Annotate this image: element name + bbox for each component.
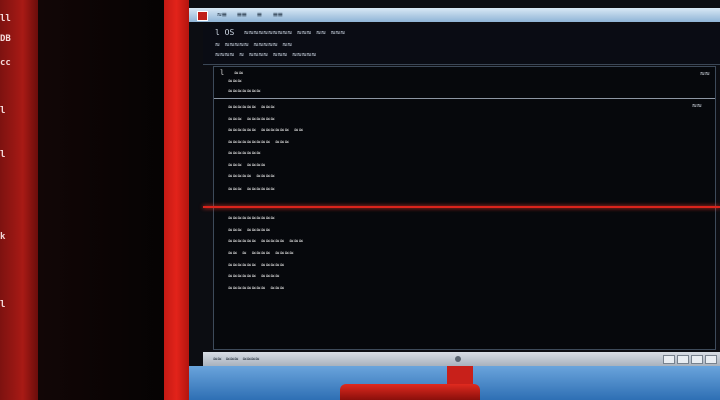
list-item: ≈≈≈≈≈≈ ≈≈≈ — [228, 103, 276, 111]
header-line-3: ≈≈≈≈ ≈ ≈≈≈≈ ≈≈≈ ≈≈≈≈≈ — [215, 50, 317, 59]
minimize-button[interactable] — [663, 355, 675, 364]
menu-item-1[interactable]: ≈≡ — [217, 11, 227, 19]
list-item: ≈≈≈≈≈ ≈≈≈≈ — [228, 172, 276, 180]
status-bar: ≈≈ ≈≈≈ ≈≈≈≈ — [203, 352, 720, 366]
header-area: l OS ≈≈≈≈≈≈≈≈≈≈ ≈≈≈ ≈≈ ≈≈≈ ≈ ≈≈≈≈≈ ≈≈≈≈≈… — [203, 24, 720, 65]
terminal-content: l ≈≈ ≈≈≈ ≈≈≈≈≈≈≈ ≈≈ ≈≈ ≈≈≈≈≈≈ ≈≈≈ ≈≈≈ ≈≈… — [213, 66, 716, 350]
maximize-button[interactable] — [677, 355, 689, 364]
list-item: ≈≈≈≈≈≈≈≈≈ ≈≈≈ — [228, 138, 290, 146]
list-item: ≈≈≈≈≈≈ ≈≈≈≈≈ — [228, 261, 285, 269]
close-button[interactable] — [705, 355, 717, 364]
left-label-4: l — [0, 106, 6, 116]
status-text: ≈≈ ≈≈≈ ≈≈≈≈ — [213, 355, 260, 363]
monitor-stand — [340, 384, 480, 400]
row-action-icon[interactable]: ≈≈ — [692, 101, 702, 110]
list-item: ≈≈≈≈≈≈ ≈≈≈≈≈ ≈≈≈ — [228, 237, 304, 245]
content-row: ≈≈≈≈≈≈≈ — [228, 87, 262, 95]
app-icon[interactable] — [197, 11, 208, 21]
left-sidebar-panel: ll DB cc l l k l — [0, 0, 38, 400]
background-gap — [38, 0, 164, 400]
header-line-2: ≈ ≈≈≈≈≈ ≈≈≈≈≈ ≈≈ — [215, 40, 293, 49]
scroll-up-icon[interactable]: ≈≈ — [700, 69, 710, 78]
list-item: ≈≈≈ ≈≈≈≈≈ — [228, 226, 271, 234]
list-item: ≈≈≈ ≈≈≈≈ — [228, 161, 266, 169]
menu-item-2[interactable]: ≡≡ — [237, 11, 247, 19]
header-line-1: l OS ≈≈≈≈≈≈≈≈≈≈ ≈≈≈ ≈≈ ≈≈≈ — [215, 28, 346, 37]
menu-item-4[interactable]: ≡≡ — [273, 11, 283, 19]
left-label-1: ll — [0, 14, 11, 24]
list-item: ≈≈≈≈≈≈ ≈≈≈≈≈≈ ≈≈ — [228, 126, 304, 134]
restore-button[interactable] — [691, 355, 703, 364]
list-item: ≈≈≈ ≈≈≈≈≈≈ — [228, 185, 276, 193]
window-titlebar: ≈≡ ≡≡ ≡ ≡≡ — [189, 8, 720, 22]
content-row: l ≈≈ — [220, 69, 244, 77]
left-label-5: l — [0, 150, 6, 160]
left-label-6: k — [0, 232, 6, 242]
red-side-band — [164, 0, 189, 400]
list-item: ≈≈ ≈ ≈≈≈≈ ≈≈≈≈ — [228, 249, 295, 257]
list-item: ≈≈≈≈≈≈ ≈≈≈≈ — [228, 272, 280, 280]
monitor-neck — [447, 366, 473, 386]
highlight-red-line — [203, 206, 720, 208]
left-label-3: cc — [0, 58, 11, 68]
content-row: ≈≈≈ — [228, 77, 243, 85]
list-item: ≈≈≈≈≈≈≈≈ ≈≈≈ — [228, 284, 285, 292]
list-item: ≈≈≈ ≈≈≈≈≈≈ — [228, 115, 276, 123]
list-item: ≈≈≈≈≈≈≈ — [228, 149, 262, 157]
status-indicator-icon — [455, 356, 461, 362]
left-label-7: l — [0, 300, 6, 310]
menu-item-3[interactable]: ≡ — [257, 11, 262, 19]
separator-line — [214, 98, 715, 99]
left-label-2: DB — [0, 34, 11, 44]
list-item: ≈≈≈≈≈≈≈≈≈≈ — [228, 214, 276, 222]
